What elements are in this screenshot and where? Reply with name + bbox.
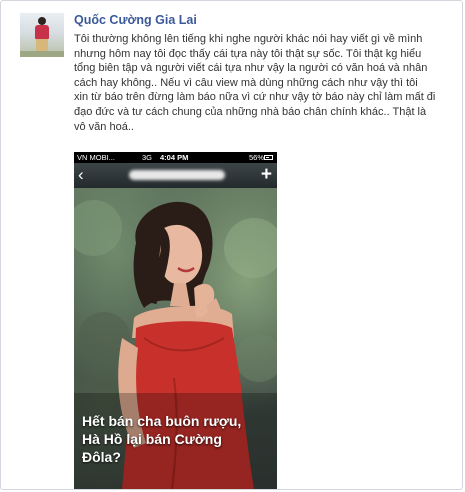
- avatar[interactable]: [20, 13, 64, 57]
- network-label: 3G: [142, 153, 153, 162]
- carrier-label: VN MOBI...: [77, 153, 115, 162]
- clock-label: 4:04 PM: [160, 153, 189, 162]
- phone-status-bar: VN MOBI... 3G 4:04 PM 56%: [74, 152, 277, 163]
- facebook-post-card: Quốc Cường Gia Lai Tôi thường không lên …: [0, 0, 463, 490]
- avatar-ground: [20, 51, 64, 57]
- avatar-figure-body: [35, 25, 49, 39]
- avatar-figure-head: [38, 17, 46, 25]
- battery-percent: 56%: [249, 153, 265, 162]
- chevron-left-icon[interactable]: ‹: [78, 164, 84, 186]
- battery-icon: [264, 155, 273, 160]
- plus-icon[interactable]: +: [261, 163, 272, 187]
- attached-phone-screenshot[interactable]: VN MOBI... 3G 4:04 PM 56% ‹ + Hết bán ch…: [74, 152, 277, 489]
- post-message: Tôi thường không lên tiếng khi nghe ngườ…: [74, 33, 436, 133]
- article-photo: Hết bán cha buôn rượu, Hà Hồ lại bán Cườ…: [74, 188, 277, 489]
- post-author-name[interactable]: Quốc Cường Gia Lai: [74, 13, 197, 27]
- article-headline: Hết bán cha buôn rượu, Hà Hồ lại bán Cườ…: [82, 413, 242, 465]
- blurred-title: [129, 170, 225, 180]
- phone-nav-bar: ‹ +: [74, 163, 277, 188]
